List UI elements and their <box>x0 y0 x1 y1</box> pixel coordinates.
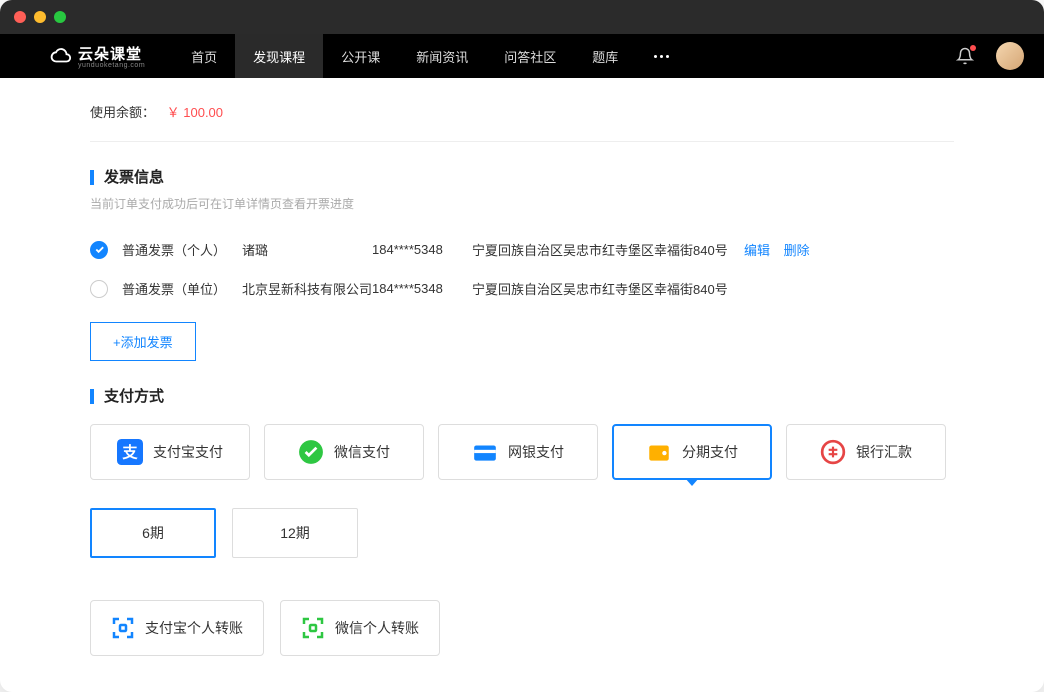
cloud-logo-icon <box>50 45 72 67</box>
invoice-name: 诸璐 <box>242 240 372 259</box>
invoice-row: 普通发票（单位） 北京昱新科技有限公司 184****5348 宁夏回族自治区吴… <box>90 269 954 308</box>
bank-icon <box>472 439 498 465</box>
nav-item-qa[interactable]: 问答社区 <box>486 34 574 78</box>
brand-name: 云朵课堂 <box>78 43 145 64</box>
brand-sub: yunduoketang.com <box>78 62 145 69</box>
nav-more-icon[interactable] <box>636 55 687 58</box>
payment-title: 支付方式 <box>90 389 954 404</box>
app-window: 云朵课堂 yunduoketang.com 首页 发现课程 公开课 新闻资讯 问… <box>0 0 1044 692</box>
invoice-list: 普通发票（个人） 诸璐 184****5348 宁夏回族自治区吴忠市红寺堡区幸福… <box>90 230 954 308</box>
nav-item-open[interactable]: 公开课 <box>323 34 398 78</box>
main-content: 使用余额： ￥ 100.00 发票信息 当前订单支付成功后可在订单详情页查看开票… <box>0 78 1044 692</box>
bracket-blue-icon <box>111 616 135 640</box>
balance-label: 使用余额： <box>90 105 155 120</box>
pay-label: 支付宝支付 <box>153 442 223 462</box>
invoice-subtitle: 当前订单支付成功后可在订单详情页查看开票进度 <box>90 195 954 212</box>
alipay-icon: 支 <box>117 439 143 465</box>
invoice-row: 普通发票（个人） 诸璐 184****5348 宁夏回族自治区吴忠市红寺堡区幸福… <box>90 230 954 269</box>
nav-items: 首页 发现课程 公开课 新闻资讯 问答社区 题库 <box>173 34 687 78</box>
invoice-edit-link[interactable]: 编辑 <box>744 243 770 258</box>
top-nav: 云朵课堂 yunduoketang.com 首页 发现课程 公开课 新闻资讯 问… <box>0 34 1044 78</box>
wallet-icon <box>646 439 672 465</box>
transfer-wechat[interactable]: 微信个人转账 <box>280 600 440 656</box>
nav-item-home[interactable]: 首页 <box>173 34 235 78</box>
pay-alipay[interactable]: 支 支付宝支付 <box>90 424 250 480</box>
pay-label: 微信支付 <box>334 442 390 462</box>
balance-row: 使用余额： ￥ 100.00 <box>90 78 954 142</box>
nav-right <box>956 42 1024 70</box>
invoice-radio[interactable] <box>90 280 108 298</box>
transfer-methods: 支付宝个人转账 微信个人转账 <box>90 600 954 656</box>
nav-item-news[interactable]: 新闻资讯 <box>398 34 486 78</box>
invoice-delete-link[interactable]: 删除 <box>784 243 810 258</box>
remit-icon <box>820 439 846 465</box>
bracket-green-icon <box>301 616 325 640</box>
invoice-type: 普通发票（个人） <box>122 240 242 259</box>
pay-wechat[interactable]: 微信支付 <box>264 424 424 480</box>
invoice-phone: 184****5348 <box>372 281 472 296</box>
installment-12[interactable]: 12期 <box>232 508 358 558</box>
nav-item-bank[interactable]: 题库 <box>574 34 636 78</box>
invoice-address: 宁夏回族自治区吴忠市红寺堡区幸福街840号 <box>472 279 732 298</box>
user-avatar[interactable] <box>996 42 1024 70</box>
brand-logo[interactable]: 云朵课堂 yunduoketang.com <box>50 43 145 69</box>
invoice-title: 发票信息 <box>90 170 954 185</box>
wechat-icon <box>298 439 324 465</box>
add-invoice-button[interactable]: +添加发票 <box>90 322 196 361</box>
installment-6[interactable]: 6期 <box>90 508 216 558</box>
balance-amount: ￥ 100.00 <box>167 105 223 120</box>
pay-label: 银行汇款 <box>856 442 912 462</box>
transfer-alipay[interactable]: 支付宝个人转账 <box>90 600 264 656</box>
pay-bank[interactable]: 网银支付 <box>438 424 598 480</box>
invoice-section: 发票信息 当前订单支付成功后可在订单详情页查看开票进度 普通发票（个人） 诸璐 … <box>90 170 954 361</box>
nav-item-courses[interactable]: 发现课程 <box>235 34 323 78</box>
pay-installment[interactable]: 分期支付 <box>612 424 772 480</box>
invoice-name: 北京昱新科技有限公司 <box>242 279 372 298</box>
transfer-label: 微信个人转账 <box>335 618 419 638</box>
payment-section: 支付方式 支 支付宝支付 微信支付 网银支付 分期支付 <box>90 389 954 656</box>
transfer-label: 支付宝个人转账 <box>145 618 243 638</box>
svg-text:支: 支 <box>121 443 138 461</box>
maximize-window-button[interactable] <box>54 11 66 23</box>
invoice-address: 宁夏回族自治区吴忠市红寺堡区幸福街840号 <box>472 240 732 259</box>
pay-label: 网银支付 <box>508 442 564 462</box>
payment-methods: 支 支付宝支付 微信支付 网银支付 分期支付 银行汇款 <box>90 424 954 480</box>
installment-options: 6期 12期 <box>90 508 954 558</box>
pay-remit[interactable]: 银行汇款 <box>786 424 946 480</box>
close-window-button[interactable] <box>14 11 26 23</box>
invoice-radio[interactable] <box>90 241 108 259</box>
minimize-window-button[interactable] <box>34 11 46 23</box>
pay-label: 分期支付 <box>682 442 738 462</box>
invoice-actions: 编辑 删除 <box>744 240 820 259</box>
invoice-type: 普通发票（单位） <box>122 279 242 298</box>
window-titlebar <box>0 0 1044 34</box>
notification-bell-icon[interactable] <box>956 47 974 65</box>
invoice-phone: 184****5348 <box>372 242 472 257</box>
